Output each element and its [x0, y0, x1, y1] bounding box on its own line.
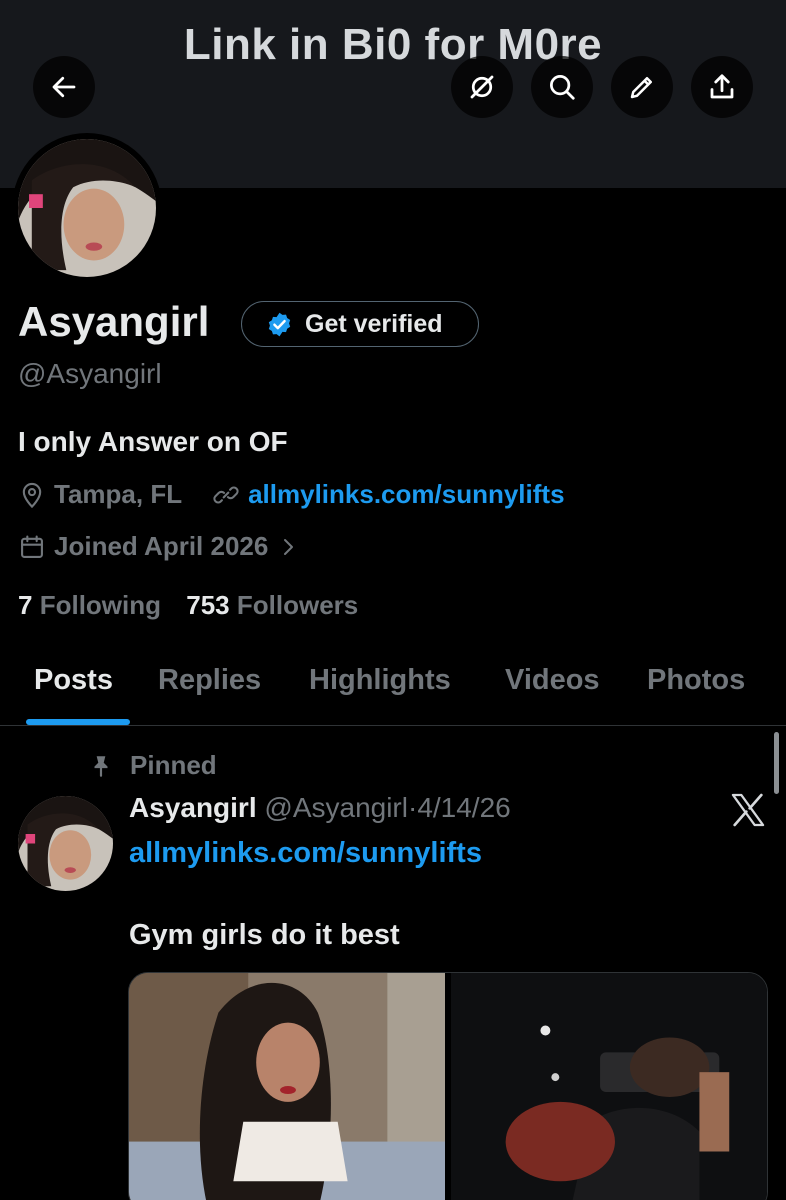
search-button[interactable]: [531, 56, 593, 118]
edit-button[interactable]: [611, 56, 673, 118]
avatar-photo: [18, 139, 156, 277]
profile-avatar[interactable]: [12, 133, 162, 283]
pencil-icon: [630, 77, 652, 99]
back-button[interactable]: [33, 56, 95, 118]
calendar-icon: [21, 534, 43, 558]
post-date[interactable]: 4/14/26: [417, 792, 510, 823]
photo-girl-bedroom: [129, 973, 445, 1200]
followers-count: 753: [186, 590, 230, 620]
following-count: 7: [18, 590, 33, 620]
followers-label: Followers: [236, 590, 359, 620]
post-header: Asyangirl @Asyangirl·4/14/26: [129, 792, 511, 824]
tab-photos[interactable]: Photos: [647, 664, 745, 697]
profile-bio: I only Answer on OF: [18, 426, 288, 457]
x-logo-icon[interactable]: [728, 790, 768, 830]
post-image-2[interactable]: [451, 973, 767, 1200]
avatar-photo: [18, 796, 113, 891]
profile-website-link[interactable]: allmylinks.com/sunnylifts: [248, 479, 564, 510]
post-author-name[interactable]: Asyangirl: [129, 792, 257, 823]
post-text: Gym girls do it best: [129, 919, 400, 951]
profile-location: Tampa, FL: [54, 479, 183, 509]
tab-posts[interactable]: Posts: [34, 664, 113, 697]
followers-link[interactable]: 753 Followers: [186, 590, 358, 620]
get-verified-button[interactable]: Get verified: [241, 301, 479, 347]
profile-handle: @Asyangirl: [18, 358, 162, 389]
post-link[interactable]: allmylinks.com/sunnylifts: [129, 837, 482, 870]
verified-badge-icon: [268, 312, 291, 336]
link-icon: [213, 486, 239, 503]
profile-name: Asyangirl: [18, 298, 210, 345]
banner-title: Link in Bi0 for M0re: [183, 20, 603, 69]
post-image-1[interactable]: [129, 973, 445, 1200]
following-link[interactable]: 7 Following: [18, 590, 161, 620]
post-separator: ·: [407, 792, 418, 823]
following-label: Following: [39, 590, 162, 620]
back-arrow-icon: [52, 76, 76, 98]
profile-joined-row[interactable]: Joined April 2026: [18, 531, 308, 562]
active-tab-indicator: [26, 719, 130, 725]
profile-joined: Joined April 2026: [54, 531, 269, 561]
post-author-handle[interactable]: @Asyangirl: [264, 792, 408, 823]
post-media-grid: [128, 972, 768, 1200]
grok-icon: [470, 75, 494, 99]
profile-meta-row: Tampa, FL allmylinks.com/sunnylifts: [18, 479, 565, 510]
location-pin-icon: [22, 482, 42, 508]
search-icon: [550, 75, 575, 100]
share-button[interactable]: [691, 56, 753, 118]
pinned-indicator: Pinned: [88, 750, 217, 781]
share-icon: [710, 74, 734, 99]
tab-highlights[interactable]: Highlights: [309, 664, 451, 697]
profile-tabs: Posts Replies Highlights Videos Photos: [0, 660, 786, 726]
tab-videos[interactable]: Videos: [505, 664, 600, 697]
pin-icon: [94, 755, 108, 777]
pinned-label: Pinned: [130, 750, 217, 780]
tab-replies[interactable]: Replies: [158, 664, 261, 697]
scrollbar[interactable]: [774, 732, 779, 794]
post-author-avatar[interactable]: [18, 796, 113, 891]
photo-gym: [451, 973, 767, 1200]
grok-button[interactable]: [451, 56, 513, 118]
follow-counts: 7 Following 753 Followers: [18, 590, 358, 621]
chevron-right-icon: [284, 538, 294, 555]
get-verified-label: Get verified: [305, 309, 443, 338]
